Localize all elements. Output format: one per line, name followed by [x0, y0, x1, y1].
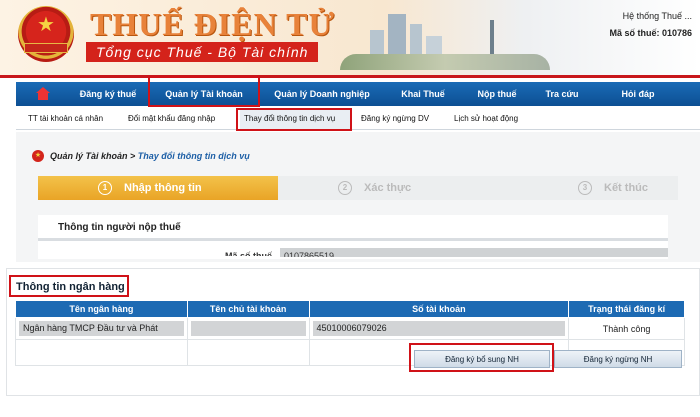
taxcode-field: 0107865519 — [280, 248, 668, 257]
nav-item-quan-ly-doanh-nghiep[interactable]: Quản lý Doanh nghiệp — [264, 82, 380, 106]
site-subtitle: Tổng cục Thuế - Bộ Tài chính — [86, 42, 319, 62]
sub-nav: TT tài khoản cá nhân Đổi mật khẩu đăng n… — [16, 108, 700, 130]
bank-table-header: Tên ngân hàng Tên chủ tài khoản Số tài k… — [15, 300, 685, 318]
site-banner: ★ THUẾ ĐIỆN TỬ Tổng cục Thuế - Bộ Tài ch… — [0, 0, 700, 76]
step-2-number: 2 — [338, 181, 352, 196]
logo-ribbon — [24, 43, 68, 53]
subnav-doi-mat-khau[interactable]: Đổi mật khẩu đăng nhập — [128, 108, 238, 130]
bank-name-cell: Ngân hàng TMCP Đầu tư và Phát — [15, 317, 188, 340]
highlight-add-button — [409, 343, 554, 372]
col-bank-name: Tên ngân hàng — [15, 300, 188, 318]
taxcode-label: Mã số thuế: 010786 — [609, 28, 692, 38]
col-status: Trạng thái đăng kí — [568, 300, 685, 318]
page-root: ★ THUẾ ĐIỆN TỬ Tổng cục Thuế - Bộ Tài ch… — [0, 0, 700, 417]
system-info: Hệ thống Thuế ... Mã số thuế: 010786 — [609, 8, 692, 42]
highlight-nav — [148, 76, 260, 107]
subnav-dang-ky-ngung[interactable]: Đăng ký ngừng DV — [361, 108, 441, 130]
emblem-logo: ★ — [18, 6, 74, 62]
stop-bank-button[interactable]: Đăng ký ngừng NH — [554, 350, 682, 368]
taxcode-field-label: Mã số thuế — [225, 251, 273, 256]
step-1: 1 Nhập thông tin — [38, 176, 278, 200]
nav-item-nop-thue[interactable]: Nộp thuế — [466, 82, 528, 106]
city-decoration — [340, 6, 550, 70]
panel-divider — [38, 238, 668, 241]
taxpayer-title: Thông tin người nộp thuế — [58, 222, 181, 233]
step-2: 2 Xác thực — [278, 176, 518, 200]
step-3-label: Kết thúc — [604, 182, 648, 194]
status-cell: Thành công — [568, 317, 685, 340]
nav-item-khai-thue[interactable]: Khai Thuế — [390, 82, 456, 106]
col-account: Số tài khoản — [308, 300, 570, 318]
breadcrumb-parent[interactable]: Quản lý Tài khoản > — [50, 151, 135, 161]
nav-item-dang-ky-thue[interactable]: Đăng ký thuế — [66, 82, 150, 106]
system-label: Hệ thống Thuế ... — [622, 11, 692, 21]
account-field[interactable]: 45010006079026 — [312, 321, 566, 336]
step-3-number: 3 — [578, 181, 592, 196]
step-2-label: Xác thực — [364, 182, 412, 194]
table-row: Ngân hàng TMCP Đầu tư và Phát 4501000607… — [15, 317, 685, 340]
nav-item-hoi-dap[interactable]: Hỏi đáp — [596, 82, 680, 106]
nav-item-tra-cuu[interactable]: Tra cứu — [534, 82, 590, 106]
banner-divider — [0, 75, 700, 78]
site-title: THUẾ ĐIỆN TỬ — [90, 6, 335, 42]
highlight-bank-title — [9, 275, 129, 297]
account-cell: 45010006079026 — [308, 317, 570, 340]
holder-field[interactable] — [190, 321, 306, 336]
highlight-subnav — [236, 108, 352, 131]
star-icon: ★ — [37, 14, 55, 36]
progress-steps: 1 Nhập thông tin 2 Xác thực 3 Kết thúc — [38, 176, 678, 200]
main-nav: Đăng ký thuế Quản lý Tài khoản Quản lý D… — [16, 82, 700, 106]
step-1-label: Nhập thông tin — [124, 182, 202, 194]
step-1-number: 1 — [98, 181, 112, 196]
subnav-tt-tai-khoan[interactable]: TT tài khoản cá nhân — [28, 108, 118, 130]
breadcrumb: Quản lý Tài khoản > Thay đổi thông tin d… — [50, 151, 250, 161]
col-holder: Tên chủ tài khoản — [186, 300, 310, 318]
step-3: 3 Kết thúc — [518, 176, 678, 200]
emblem-icon — [32, 150, 44, 162]
holder-cell — [186, 317, 310, 340]
breadcrumb-current: Thay đổi thông tin dịch vụ — [137, 151, 250, 161]
home-icon[interactable] — [36, 87, 50, 100]
subnav-lich-su[interactable]: Lịch sử hoạt động — [454, 108, 544, 130]
bank-name-field[interactable]: Ngân hàng TMCP Đầu tư và Phát — [19, 321, 184, 336]
